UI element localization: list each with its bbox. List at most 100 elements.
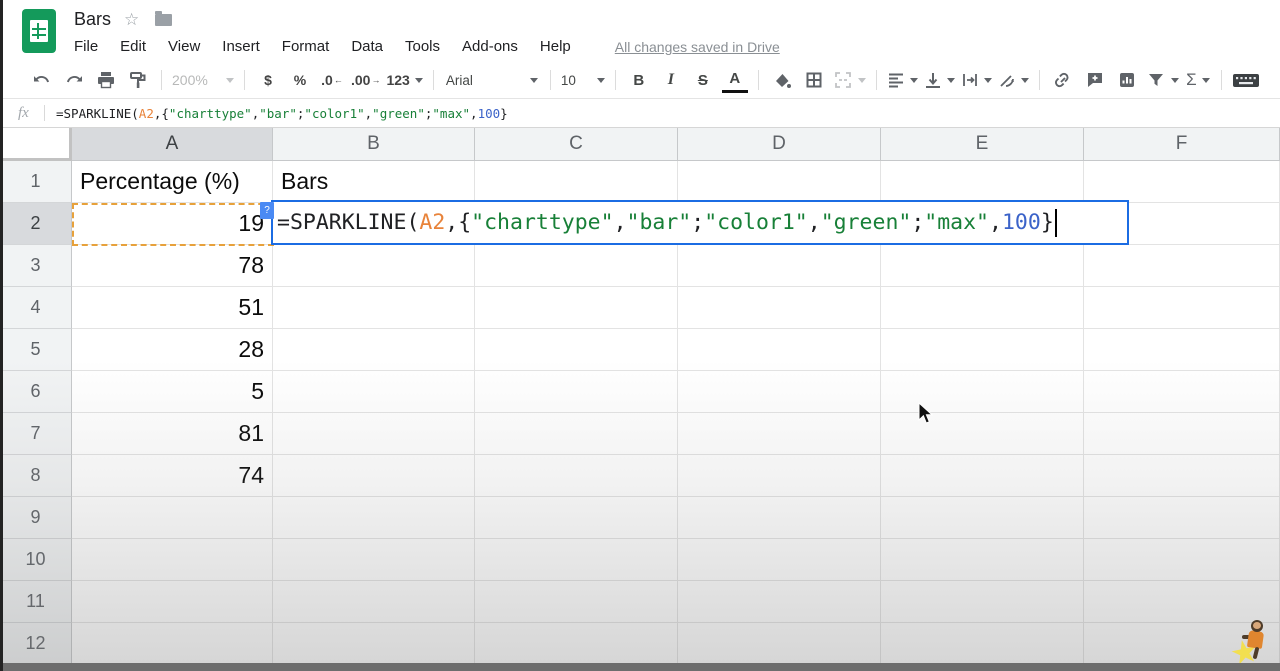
cell-a6[interactable]: 5 bbox=[72, 371, 273, 413]
menu-view[interactable]: View bbox=[168, 36, 212, 57]
print-button[interactable] bbox=[93, 67, 119, 93]
menu-addons[interactable]: Add-ons bbox=[462, 36, 530, 57]
cell-e7[interactable] bbox=[881, 413, 1084, 455]
cell-d5[interactable] bbox=[678, 329, 881, 371]
cell-d8[interactable] bbox=[678, 455, 881, 497]
formula-bar[interactable]: fx =SPARKLINE(A2,{"charttype","bar";"col… bbox=[0, 99, 1280, 128]
cell-c5[interactable] bbox=[475, 329, 678, 371]
insert-chart-button[interactable] bbox=[1114, 67, 1140, 93]
row-header-1[interactable]: 1 bbox=[0, 161, 72, 203]
cell-d4[interactable] bbox=[678, 287, 881, 329]
cell-e9[interactable] bbox=[881, 497, 1084, 539]
row-header-8[interactable]: 8 bbox=[0, 455, 72, 497]
formula-bar-text[interactable]: =SPARKLINE(A2,{"charttype","bar";"color1… bbox=[56, 106, 508, 121]
functions-button[interactable]: Σ bbox=[1185, 67, 1211, 93]
cell-b7[interactable] bbox=[273, 413, 475, 455]
text-color-button[interactable]: A bbox=[721, 67, 748, 93]
cell-d3[interactable] bbox=[678, 245, 881, 287]
menu-insert[interactable]: Insert bbox=[222, 36, 272, 57]
cell-b6[interactable] bbox=[273, 371, 475, 413]
increase-decimal-button[interactable]: .00 → bbox=[351, 67, 380, 93]
star-icon[interactable]: ☆ bbox=[124, 10, 139, 30]
undo-button[interactable] bbox=[29, 67, 55, 93]
cell-f5[interactable] bbox=[1084, 329, 1280, 371]
merge-cells-button[interactable] bbox=[833, 67, 866, 93]
cell-e3[interactable] bbox=[881, 245, 1084, 287]
row-header-2[interactable]: 2 bbox=[0, 203, 72, 245]
cell-e8[interactable] bbox=[881, 455, 1084, 497]
cell-d9[interactable] bbox=[678, 497, 881, 539]
cell-c7[interactable] bbox=[475, 413, 678, 455]
borders-button[interactable] bbox=[801, 67, 827, 93]
cell-d1[interactable] bbox=[678, 161, 881, 203]
sheets-logo-icon[interactable] bbox=[22, 9, 56, 53]
cell-f7[interactable] bbox=[1084, 413, 1280, 455]
column-header-a[interactable]: A bbox=[72, 128, 273, 161]
row-header-11[interactable]: 11 bbox=[0, 581, 72, 623]
cell-b10[interactable] bbox=[273, 539, 475, 581]
vertical-align-button[interactable] bbox=[924, 67, 955, 93]
cell-a10[interactable] bbox=[72, 539, 273, 581]
document-title[interactable]: Bars bbox=[74, 9, 111, 30]
cell-a3[interactable]: 78 bbox=[72, 245, 273, 287]
paint-format-button[interactable] bbox=[125, 67, 151, 93]
row-header-6[interactable]: 6 bbox=[0, 371, 72, 413]
fill-color-button[interactable] bbox=[769, 67, 795, 93]
cell-b12[interactable] bbox=[273, 623, 475, 663]
cell-b11[interactable] bbox=[273, 581, 475, 623]
format-currency-button[interactable]: $ bbox=[255, 67, 281, 93]
select-all-corner[interactable] bbox=[0, 128, 72, 161]
cell-e11[interactable] bbox=[881, 581, 1084, 623]
cell-c11[interactable] bbox=[475, 581, 678, 623]
cell-a7[interactable]: 81 bbox=[72, 413, 273, 455]
cell-b4[interactable] bbox=[273, 287, 475, 329]
move-folder-icon[interactable] bbox=[155, 11, 172, 26]
cell-c12[interactable] bbox=[475, 623, 678, 663]
menu-edit[interactable]: Edit bbox=[120, 36, 158, 57]
cell-c10[interactable] bbox=[475, 539, 678, 581]
strikethrough-button[interactable]: S bbox=[690, 67, 716, 93]
text-wrap-button[interactable] bbox=[961, 67, 992, 93]
save-status-link[interactable]: All changes saved in Drive bbox=[615, 39, 780, 55]
cell-c4[interactable] bbox=[475, 287, 678, 329]
cell-c8[interactable] bbox=[475, 455, 678, 497]
cell-d10[interactable] bbox=[678, 539, 881, 581]
bold-button[interactable]: B bbox=[626, 67, 652, 93]
cell-e5[interactable] bbox=[881, 329, 1084, 371]
redo-button[interactable] bbox=[61, 67, 87, 93]
cell-c1[interactable] bbox=[475, 161, 678, 203]
column-header-b[interactable]: B bbox=[273, 128, 475, 161]
row-header-10[interactable]: 10 bbox=[0, 539, 72, 581]
cell-f1[interactable] bbox=[1084, 161, 1280, 203]
row-header-3[interactable]: 3 bbox=[0, 245, 72, 287]
cell-e6[interactable] bbox=[881, 371, 1084, 413]
cell-a5[interactable]: 28 bbox=[72, 329, 273, 371]
cell-f8[interactable] bbox=[1084, 455, 1280, 497]
text-rotation-button[interactable] bbox=[998, 67, 1029, 93]
cell-a9[interactable] bbox=[72, 497, 273, 539]
cell-f4[interactable] bbox=[1084, 287, 1280, 329]
menu-data[interactable]: Data bbox=[351, 36, 395, 57]
cell-d7[interactable] bbox=[678, 413, 881, 455]
cell-f6[interactable] bbox=[1084, 371, 1280, 413]
decrease-decimal-button[interactable]: .0 ← bbox=[319, 67, 345, 93]
cell-b8[interactable] bbox=[273, 455, 475, 497]
menu-format[interactable]: Format bbox=[282, 36, 342, 57]
row-header-5[interactable]: 5 bbox=[0, 329, 72, 371]
more-formats-button[interactable]: 123 bbox=[386, 67, 423, 93]
column-header-f[interactable]: F bbox=[1084, 128, 1280, 161]
cell-c6[interactable] bbox=[475, 371, 678, 413]
cell-f9[interactable] bbox=[1084, 497, 1280, 539]
cell-c3[interactable] bbox=[475, 245, 678, 287]
italic-button[interactable]: I bbox=[658, 67, 684, 93]
format-percent-button[interactable]: % bbox=[287, 67, 313, 93]
cell-a4[interactable]: 51 bbox=[72, 287, 273, 329]
cell-f10[interactable] bbox=[1084, 539, 1280, 581]
menu-help[interactable]: Help bbox=[540, 36, 583, 57]
insert-comment-button[interactable] bbox=[1082, 67, 1108, 93]
column-header-e[interactable]: E bbox=[881, 128, 1084, 161]
insert-link-button[interactable] bbox=[1050, 67, 1076, 93]
row-header-12[interactable]: 12 bbox=[0, 623, 72, 663]
range-hint-badge[interactable]: ? bbox=[260, 202, 274, 219]
row-header-7[interactable]: 7 bbox=[0, 413, 72, 455]
